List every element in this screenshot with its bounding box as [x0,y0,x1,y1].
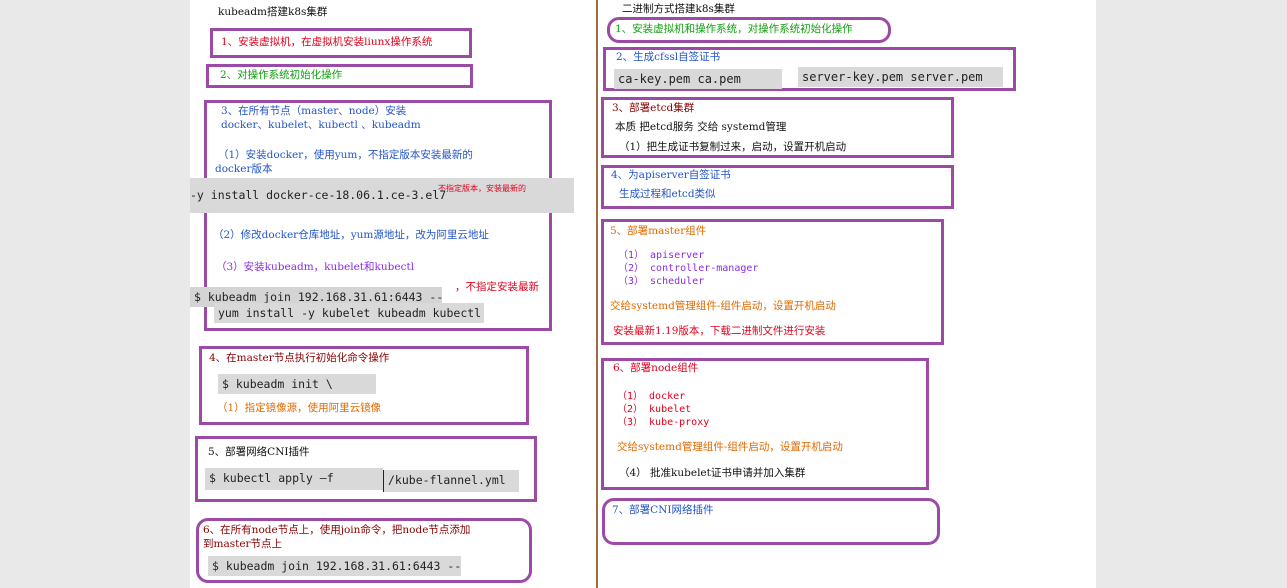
flannel-cmd: /kube-flannel.yml [388,473,506,487]
right-step1-text: 1、安装虚拟机和操作系统，对操作系统初始化操作 [615,23,853,35]
yum-install-cmd: yum install -y kubelet kubeadm kubectl [218,306,482,320]
docker-install-cmd: -y install docker-ce-18.06.1.ce-3.el7 [190,188,447,202]
right-step6-item-3: （3） kube-proxy [617,417,710,428]
right-step7-text: 7、部署CNI网络插件 [612,504,714,516]
step3-sub1-line2: docker版本 [215,163,273,175]
right-step2-text: 2、生成cfssl自签证书 [616,51,721,63]
right-step6-item-2: （2） kubelet [617,404,692,415]
right-step5-item-3: （3） scheduler [618,276,705,287]
right-step5-latest: 安装最新1.19版本，下载二进制文件进行安装 [613,325,826,337]
right-step3-line2: 本质 把etcd服务 交给 systemd管理 [615,121,787,133]
docker-note: 不指定版本，安装最新的 [438,184,526,193]
left-title: kubeadm搭建k8s集群 [218,6,328,18]
step3-sub2: （2）修改docker仓库地址，yum源地址，改为阿里云地址 [213,229,489,241]
step6-line2: 到master节点上 [203,538,283,550]
right-step6-text: 6、部署node组件 [613,362,699,374]
step6-line1: 6、在所有node节点上，使用join命令，把node节点添加 [203,524,471,536]
step3-line1: 3、在所有节点（master、node）安装 [221,105,407,117]
right-step6-systemd: 交给systemd管理组件-组件启动，设置开机启动 [617,441,843,453]
join-cmd: $ kubeadm join 192.168.31.61:6443 --to [212,559,461,573]
right-step5-text: 5、部署master组件 [610,225,707,237]
step3-line2: docker、kubelet、kubectl 、kubeadm [221,119,421,131]
right-step5-systemd: 交给systemd管理组件-组件启动，设置开机启动 [610,300,836,312]
kubectl-cmd: $ kubectl apply –f [209,471,334,485]
step3-sub3-overlap: ，不指定安装最新 [455,281,539,293]
yum-install-code: yum install -y kubelet kubeadm kubectl [214,303,484,323]
right-step5-item-1: （1） apiserver [618,250,705,261]
step1-text: 1、安装虚拟机，在虚拟机安装liunx操作系统 [221,36,433,48]
kubectl-code: $ kubectl apply –f [205,468,383,490]
cert2-text: server-key.pem server.pem [802,70,983,84]
right-step3-sub1: （1）把生成证书复制过来，启动，设置开机启动 [619,141,847,153]
join-overlay-cmd: $ kubeadm join 192.168.31.61:6443 --to [194,290,442,304]
right-step6-item-1: （1） docker [617,391,686,402]
right-step3-text: 3、部署etcd集群 [612,102,695,114]
cert1-text: ca-key.pem ca.pem [618,72,741,86]
cert1-code: ca-key.pem ca.pem [614,69,782,89]
right-step5-item-2: （2） controller-manager [618,263,759,274]
step4-sub1: （1）指定镜像源，使用阿里云镜像 [217,402,382,414]
right-title: 二进制方式搭建k8s集群 [622,3,735,15]
step3-sub1-line1: （1）安装docker，使用yum，不指定版本安装最新的 [218,149,473,161]
init-code: $ kubeadm init \ [218,374,376,394]
step5-text: 5、部署网络CNI插件 [208,446,310,458]
right-step4-line2: 生成过程和etcd类似 [619,188,716,200]
cert2-code: server-key.pem server.pem [798,67,1003,87]
right-step6-sub4: （4） 批准kubelet证书申请并加入集群 [619,467,806,479]
right-step4-text: 4、为apiserver自签证书 [611,169,731,181]
join-code: $ kubeadm join 192.168.31.61:6443 --to [208,556,461,576]
column-divider [596,0,598,588]
flannel-code: /kube-flannel.yml [383,470,519,492]
init-cmd: $ kubeadm init \ [222,377,333,391]
step4-text: 4、在master节点执行初始化命令操作 [209,352,390,364]
step3-sub3: （3）安装kubeadm，kubelet和kubectl [216,261,415,273]
step2-text: 2、对操作系统初始化操作 [220,69,343,81]
